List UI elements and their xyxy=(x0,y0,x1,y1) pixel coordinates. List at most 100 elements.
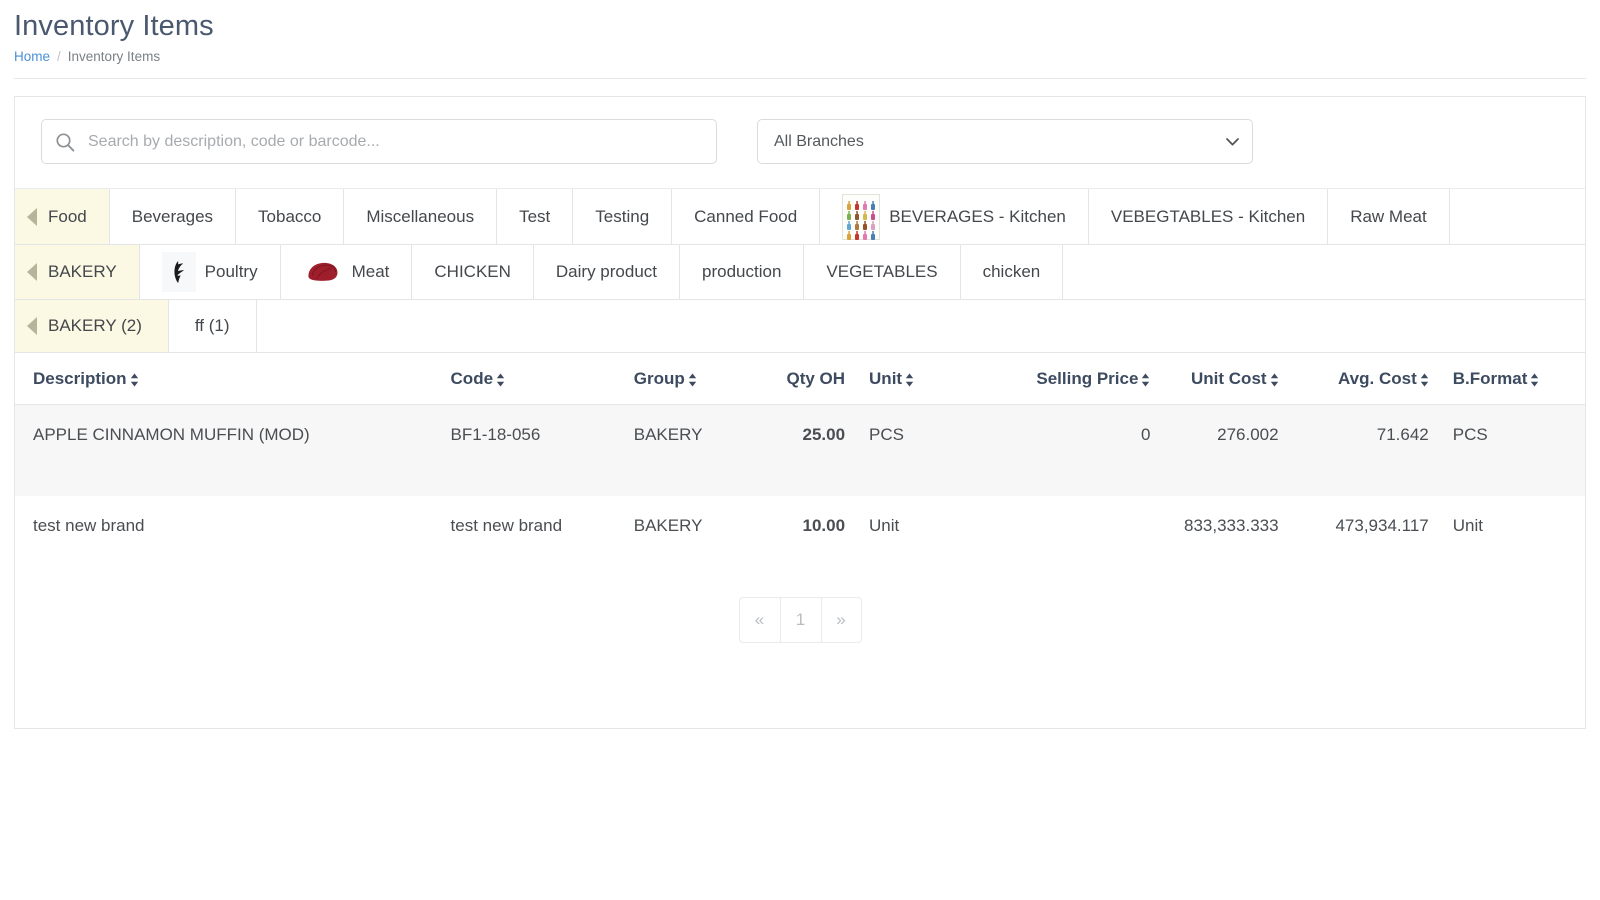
column-header-label: Selling Price xyxy=(1036,369,1139,389)
pagination-prev-button[interactable]: « xyxy=(738,596,780,643)
category-tabs-level-1: Food Beverages Tobacco Miscellaneous Test Tes… xyxy=(15,189,1585,246)
tab-label: BEVERAGES - Kitchen xyxy=(889,206,1066,226)
tab-l3-ff-1[interactable]: ff (1) xyxy=(168,300,257,353)
tab-row-filler xyxy=(256,300,1585,353)
category-tabs-level-3: BAKERY (2) ff (1) xyxy=(15,300,1585,354)
column-header-qty-oh[interactable]: Qty OH xyxy=(773,353,860,406)
sort-toggle-icon[interactable] xyxy=(1420,372,1429,387)
active-tab-arrow-icon xyxy=(27,263,37,282)
beverages-thumbnail-icon xyxy=(842,193,881,240)
tab-label: chicken xyxy=(982,262,1041,282)
cell-code: test new brand xyxy=(450,515,563,535)
tab-label: BAKERY (2) xyxy=(48,316,142,336)
sort-toggle-icon[interactable] xyxy=(130,372,139,387)
filter-bar: All Branches xyxy=(15,97,1585,190)
sort-toggle-icon[interactable] xyxy=(688,372,697,387)
column-header-unit[interactable]: Unit xyxy=(859,353,1000,406)
tab-l1-food[interactable]: Food xyxy=(15,189,110,245)
tab-l1-tobacco[interactable]: Tobacco xyxy=(236,189,345,245)
tab-l1-test[interactable]: Test xyxy=(497,189,574,245)
cell-b-format: PCS xyxy=(1442,404,1585,496)
sort-toggle-icon[interactable] xyxy=(1141,372,1150,387)
column-header-selling-price[interactable]: Selling Price xyxy=(999,353,1165,406)
breadcrumb-home-link[interactable]: Home xyxy=(14,49,50,64)
column-header-unit-cost[interactable]: Unit Cost xyxy=(1164,353,1293,406)
branch-select-wrapper: All Branches xyxy=(757,119,1253,165)
pagination-next-button[interactable]: » xyxy=(820,596,862,643)
column-header-label: Description xyxy=(33,369,127,389)
tab-l2-poultry[interactable]: Poultry xyxy=(139,245,281,300)
cell-description: APPLE CINNAMON MUFFIN (MOD) xyxy=(15,404,441,496)
cell-description: test new brand xyxy=(33,515,145,535)
column-header-inner: Group xyxy=(634,369,697,389)
tab-label: CHICKEN xyxy=(434,262,511,282)
pagination-page-1[interactable]: 1 xyxy=(779,596,821,643)
table-row[interactable]: APPLE CINNAMON MUFFIN (MOD) BF1-18-056 BAK… xyxy=(15,404,1585,496)
tab-l3-bakery-2[interactable]: BAKERY (2) xyxy=(15,300,169,353)
tab-l2-bakery[interactable]: BAKERY xyxy=(15,245,140,300)
tab-label: Testing xyxy=(595,206,650,226)
tab-l1-canned-food[interactable]: Canned Food xyxy=(672,189,821,245)
tab-label: Dairy product xyxy=(555,262,658,282)
cell-unit: Unit xyxy=(869,515,900,535)
sort-toggle-icon[interactable] xyxy=(496,372,505,387)
column-header-inner: Selling Price xyxy=(1036,369,1150,389)
column-header-inner: B.Format xyxy=(1453,369,1540,389)
pagination: «1» xyxy=(738,596,862,643)
cell-selling-price: 0 xyxy=(999,404,1165,496)
tab-l1-raw-meat[interactable]: Raw Meat xyxy=(1328,189,1450,245)
tab-label: Raw Meat xyxy=(1350,206,1427,226)
tab-l1-miscellaneous[interactable]: Miscellaneous xyxy=(344,189,498,245)
cell-unit-cost: 833,333.333 xyxy=(1184,515,1279,535)
tab-label: Miscellaneous xyxy=(366,206,475,226)
tab-label: production xyxy=(702,262,782,282)
tab-l2-production[interactable]: production xyxy=(680,245,805,300)
cell-code: BF1-18-056 xyxy=(440,404,624,496)
column-header-b-format[interactable]: B.Format xyxy=(1442,353,1585,406)
pagination-wrapper: «1» xyxy=(15,587,1585,643)
header-divider xyxy=(14,78,1586,80)
column-header-inner: Avg. Cost xyxy=(1338,369,1429,389)
tab-l2-meat[interactable]: Meat xyxy=(280,245,413,300)
poultry-thumbnail-icon xyxy=(161,252,196,293)
tab-l2-chicken[interactable]: CHICKEN xyxy=(412,245,534,300)
column-header-label: Code xyxy=(450,369,494,389)
column-header-code[interactable]: Code xyxy=(440,353,624,406)
tab-label: Tobacco xyxy=(258,206,322,226)
cell-group: BAKERY xyxy=(633,515,703,535)
sort-toggle-icon[interactable] xyxy=(905,372,914,387)
tab-label: Food xyxy=(48,206,87,226)
tab-l2-chicken[interactable]: chicken xyxy=(960,245,1064,300)
cell-avg-cost: 473,934.117 xyxy=(1335,515,1429,535)
tab-l1-beverages[interactable]: Beverages xyxy=(109,189,237,245)
column-header-description[interactable]: Description xyxy=(15,353,441,406)
active-tab-arrow-icon xyxy=(27,207,37,226)
tab-l1-testing[interactable]: Testing xyxy=(573,189,673,245)
tab-label: Canned Food xyxy=(694,206,798,226)
page-title: Inventory Items xyxy=(14,10,214,42)
table-row[interactable]: test new brand test new brand BAKERY 10.00 U… xyxy=(15,496,1585,587)
branch-select[interactable]: All Branches xyxy=(757,119,1253,165)
column-header-avg-cost[interactable]: Avg. Cost xyxy=(1292,353,1443,406)
column-header-inner: Qty OH xyxy=(786,369,845,389)
breadcrumb-separator: / xyxy=(57,49,61,65)
meat-thumbnail-icon xyxy=(303,257,343,287)
sort-toggle-icon[interactable] xyxy=(1530,372,1539,387)
search-input[interactable] xyxy=(41,119,717,165)
tab-l1-beverages-kitchen[interactable]: BEVERAGES - Kitchen xyxy=(820,189,1089,245)
tab-l2-vegetables[interactable]: VEGETABLES xyxy=(804,245,961,300)
sort-toggle-icon[interactable] xyxy=(1270,372,1279,387)
category-tabs-level-2: BAKERY Poultry Meat CHICKEN Dairy product pro… xyxy=(15,245,1585,301)
tab-l2-dairy-product[interactable]: Dairy product xyxy=(533,245,681,300)
tab-label: VEBEGTABLES - Kitchen xyxy=(1110,206,1306,226)
column-header-group[interactable]: Group xyxy=(623,353,774,406)
tab-l1-vebegtables-kitchen[interactable]: VEBEGTABLES - Kitchen xyxy=(1088,189,1329,245)
tab-label: Test xyxy=(519,206,551,226)
column-header-inner: Code xyxy=(451,369,506,389)
search-field-wrapper xyxy=(41,119,717,165)
column-header-label: Unit Cost xyxy=(1191,369,1267,389)
breadcrumb: Home / Inventory Items xyxy=(14,49,1586,78)
inventory-card: All Branches Food Beverages Tobacco Miscell… xyxy=(14,96,1586,730)
cell-qty-oh: 10.00 xyxy=(802,515,846,535)
tab-label: ff (1) xyxy=(194,316,230,336)
